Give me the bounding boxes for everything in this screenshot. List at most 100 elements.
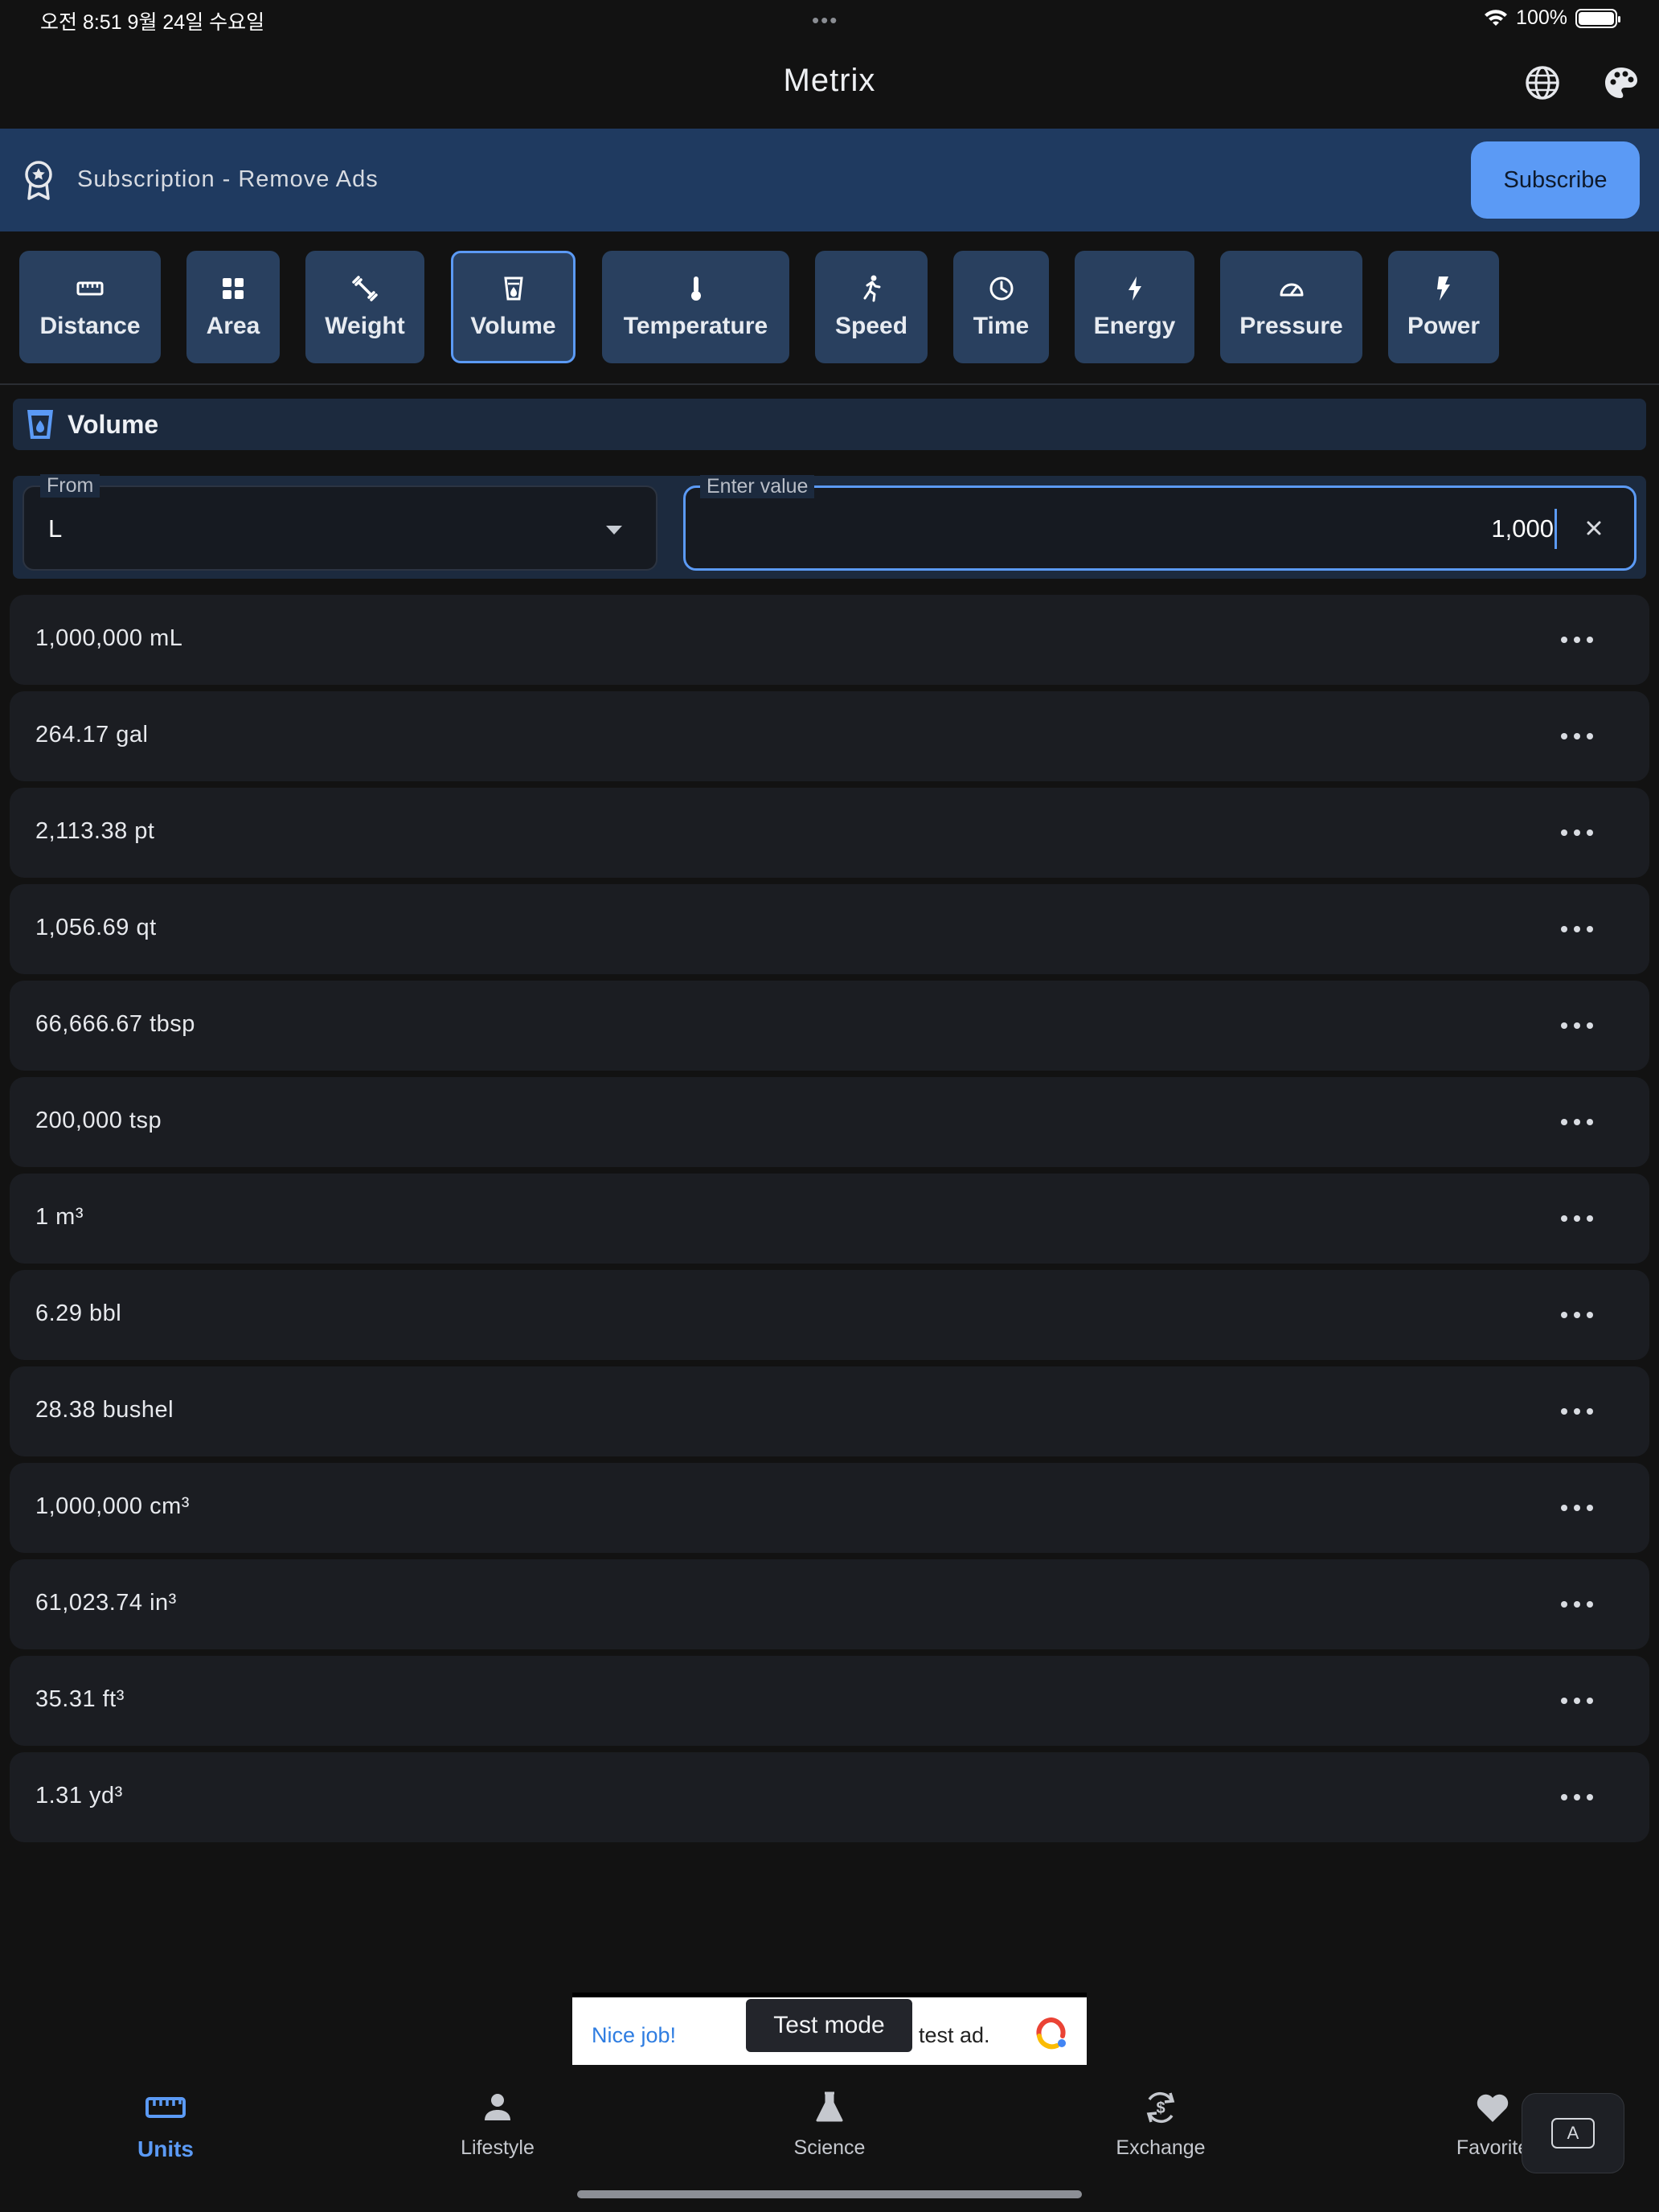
- keyboard-icon: A: [1551, 2118, 1595, 2149]
- tab-pressure[interactable]: Pressure: [1220, 251, 1362, 363]
- result-value: 61,023.74 in³: [35, 1590, 177, 1616]
- bolt-icon: [1128, 276, 1141, 301]
- test-mode-label: Test mode: [746, 1999, 912, 2052]
- more-icon[interactable]: [1555, 1783, 1600, 1812]
- result-row[interactable]: 1.31 yd³: [10, 1752, 1649, 1842]
- more-icon[interactable]: [1555, 1686, 1600, 1715]
- from-label: From: [40, 474, 100, 498]
- svg-text:$: $: [1156, 2099, 1165, 2117]
- power-bolt-icon: [1437, 276, 1450, 301]
- tab-speed[interactable]: Speed: [815, 251, 928, 363]
- grid-icon: [223, 278, 244, 299]
- result-value: 1,056.69 qt: [35, 915, 157, 940]
- app-bar: Metrix: [0, 39, 1659, 129]
- heart-icon: [1477, 2094, 1509, 2122]
- flask-icon: [816, 2091, 843, 2122]
- value-label: Enter value: [700, 475, 815, 498]
- more-icon[interactable]: [1555, 818, 1600, 847]
- nav-science[interactable]: Science: [733, 2087, 926, 2160]
- tab-label: Weight: [325, 313, 405, 339]
- more-icon[interactable]: [1555, 1204, 1600, 1233]
- value-field[interactable]: Enter value: [683, 475, 1636, 571]
- globe-icon[interactable]: [1522, 63, 1563, 103]
- dropdown-arrow-icon: [606, 526, 622, 535]
- thermometer-icon: [690, 276, 701, 301]
- battery-percent: 100%: [1516, 6, 1567, 29]
- result-value: 200,000 tsp: [35, 1108, 162, 1133]
- more-icon[interactable]: [1555, 1301, 1600, 1329]
- battery-icon: [1575, 8, 1620, 28]
- nav-label: Exchange: [1116, 2136, 1206, 2159]
- result-value: 66,666.67 tbsp: [35, 1011, 195, 1037]
- from-unit-select[interactable]: From L: [23, 474, 657, 571]
- subscription-banner: Subscription - Remove Ads Subscribe: [0, 129, 1659, 231]
- result-row[interactable]: 2,113.38 pt: [10, 788, 1649, 878]
- more-icon[interactable]: [1555, 915, 1600, 944]
- currency-exchange-icon: $: [1146, 2091, 1175, 2124]
- ruler-icon: [76, 281, 104, 296]
- tab-label: Volume: [470, 313, 556, 339]
- more-icon[interactable]: [1555, 625, 1600, 654]
- palette-icon[interactable]: [1601, 63, 1641, 103]
- nav-label: Favorite: [1456, 2136, 1530, 2159]
- result-row[interactable]: 1 m³: [10, 1174, 1649, 1264]
- tab-volume[interactable]: Volume: [451, 251, 576, 363]
- result-value: 1 m³: [35, 1204, 84, 1230]
- result-value: 35.31 ft³: [35, 1686, 125, 1712]
- more-icon[interactable]: [1555, 722, 1600, 751]
- tab-label: Power: [1407, 313, 1481, 339]
- result-row[interactable]: 200,000 tsp: [10, 1077, 1649, 1167]
- result-value: 1.31 yd³: [35, 1783, 123, 1809]
- value-input[interactable]: [830, 509, 1554, 549]
- nav-label: Lifestyle: [461, 2136, 535, 2159]
- result-row[interactable]: 264.17 gal: [10, 691, 1649, 781]
- tab-area[interactable]: Area: [186, 251, 280, 363]
- ruler-icon: [145, 2097, 186, 2118]
- keyboard-label: A: [1567, 2123, 1579, 2143]
- result-row[interactable]: 1,056.69 qt: [10, 884, 1649, 974]
- result-row[interactable]: 6.29 bbl: [10, 1270, 1649, 1360]
- ad-left-text: Nice job!: [592, 2023, 677, 2047]
- tab-label: Speed: [834, 313, 908, 339]
- nav-lifestyle[interactable]: Lifestyle: [401, 2087, 594, 2160]
- result-row[interactable]: 1,000,000 mL: [10, 595, 1649, 685]
- award-badge-icon: [25, 161, 52, 200]
- tab-time[interactable]: Time: [953, 251, 1049, 363]
- tab-power[interactable]: Power: [1388, 251, 1499, 363]
- tab-label: Distance: [39, 313, 141, 339]
- result-row[interactable]: 35.31 ft³: [10, 1656, 1649, 1746]
- more-icon[interactable]: [1555, 1493, 1600, 1522]
- more-icon[interactable]: [1555, 1397, 1600, 1426]
- result-value: 264.17 gal: [35, 722, 149, 748]
- subscribe-button[interactable]: Subscribe: [1471, 141, 1640, 219]
- home-indicator[interactable]: [577, 2190, 1082, 2198]
- dumbbell-icon: [352, 276, 378, 301]
- result-value: 1,000,000 mL: [35, 625, 183, 651]
- bottom-nav: Units Lifestyle Science $ Exchange Favor…: [0, 2075, 1659, 2180]
- tab-distance[interactable]: Distance: [19, 251, 161, 363]
- keyboard-toggle-button[interactable]: A: [1522, 2093, 1624, 2173]
- tab-label: Time: [973, 313, 1030, 339]
- more-icon[interactable]: [1555, 1011, 1600, 1040]
- result-row[interactable]: 66,666.67 tbsp: [10, 981, 1649, 1071]
- nav-exchange[interactable]: $ Exchange: [1064, 2087, 1257, 2160]
- tab-temperature[interactable]: Temperature: [602, 251, 789, 363]
- more-icon[interactable]: [1555, 1108, 1600, 1137]
- status-bar: 오전 8:51 9월 24일 수요일 ••• 100%: [0, 0, 1659, 39]
- multitask-dots-icon[interactable]: •••: [812, 8, 838, 33]
- tab-weight[interactable]: Weight: [305, 251, 424, 363]
- tab-energy[interactable]: Energy: [1075, 251, 1194, 363]
- results-list: 1,000,000 mL 264.17 gal 2,113.38 pt 1,05…: [10, 595, 1649, 1849]
- clear-icon[interactable]: [1578, 512, 1610, 544]
- more-icon[interactable]: [1555, 1590, 1600, 1619]
- app-title: Metrix: [783, 63, 876, 98]
- tab-label: Area: [206, 313, 260, 339]
- result-row[interactable]: 61,023.74 in³: [10, 1559, 1649, 1649]
- result-row[interactable]: 1,000,000 cm³: [10, 1463, 1649, 1553]
- result-row[interactable]: 28.38 bushel: [10, 1366, 1649, 1456]
- nav-units[interactable]: Units: [69, 2087, 262, 2162]
- gauge-icon: [1280, 283, 1303, 297]
- cup-icon: [27, 410, 53, 439]
- section-title: Volume: [68, 410, 159, 439]
- result-value: 1,000,000 cm³: [35, 1493, 190, 1519]
